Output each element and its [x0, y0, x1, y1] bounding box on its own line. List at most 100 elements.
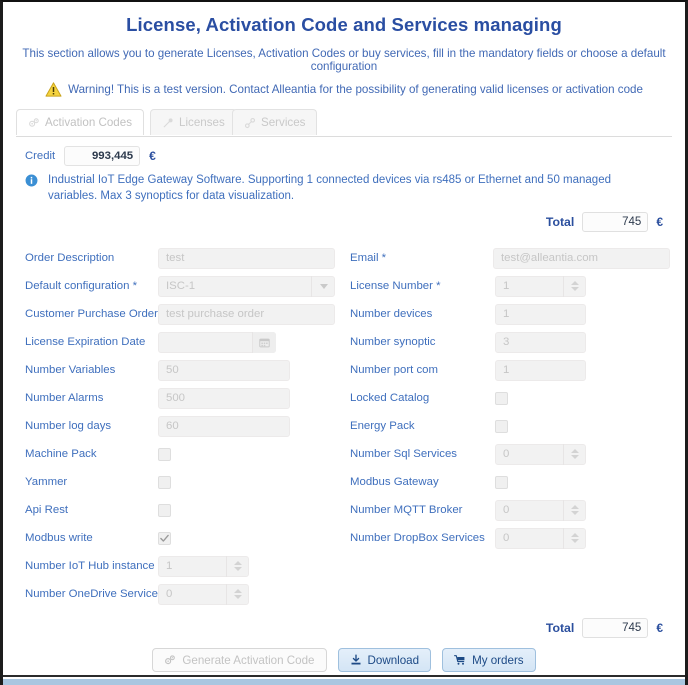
download-button[interactable]: Download — [337, 648, 432, 672]
license-expiration-date-control — [158, 331, 276, 353]
number-sql-services-control: 0 — [495, 443, 586, 465]
number-mqtt-broker-stepper[interactable]: 0 — [495, 499, 586, 521]
number-mqtt-broker-control: 0 — [495, 499, 586, 521]
stepper-arrows-icon[interactable] — [226, 583, 249, 605]
number-variables-label: Number Variables — [25, 364, 116, 376]
number-onedrive-services-stepper[interactable]: 0 — [158, 583, 249, 605]
form-row-order-description: Order Description test — [25, 244, 345, 272]
number-alarms-control: 500 — [158, 387, 290, 409]
order-description-input[interactable]: test — [158, 247, 335, 269]
modbus-write-checkbox[interactable] — [158, 531, 171, 545]
form-row-number-devices: Number devices 1 — [350, 300, 670, 328]
order-description-control: test — [158, 247, 335, 269]
total-top: Total 745 € — [546, 212, 663, 232]
form-row-license-number: License Number * 1 — [350, 272, 670, 300]
stepper-arrows-icon[interactable] — [563, 499, 586, 521]
calendar-icon[interactable] — [252, 331, 276, 353]
number-variables-input[interactable]: 50 — [158, 359, 290, 381]
modbus-write-label: Modbus write — [25, 532, 93, 544]
number-port-com-input[interactable]: 1 — [495, 359, 586, 381]
form-row-email: Email * test@alleantia.com — [350, 244, 670, 272]
gears-icon — [164, 654, 176, 666]
license-expiration-date-datepicker[interactable] — [158, 331, 276, 353]
tab-label: Activation Codes — [45, 116, 132, 129]
email-input[interactable]: test@alleantia.com — [493, 247, 670, 269]
product-info-text: Industrial IoT Edge Gateway Software. Su… — [48, 174, 611, 202]
button-label: My orders — [472, 653, 524, 667]
modbus-gateway-checkbox[interactable] — [495, 475, 508, 489]
number-onedrive-services-label: Number OneDrive Services — [25, 588, 164, 600]
energy-pack-checkbox[interactable] — [495, 419, 508, 433]
license-manager-page: License, Activation Code and Services ma… — [0, 0, 688, 685]
form-column-left: Order Description test Default configurati… — [25, 244, 345, 608]
tab-label: Licenses — [179, 116, 225, 129]
form-row-number-synoptic: Number synoptic 3 — [350, 328, 670, 356]
tab-activation-codes[interactable]: Activation Codes — [16, 109, 144, 135]
default-configuration-select[interactable]: ISC-1 — [158, 275, 335, 297]
yammer-control — [158, 475, 171, 489]
total-value: 745 — [582, 212, 649, 232]
generate-activation-code-button[interactable]: Generate Activation Code — [152, 648, 327, 672]
number-port-com-label: Number port com — [350, 364, 438, 376]
credit-currency: € — [149, 149, 156, 163]
product-info: Industrial IoT Edge Gateway Software. Su… — [25, 172, 647, 204]
number-mqtt-broker-label: Number MQTT Broker — [350, 504, 463, 516]
form-row-yammer: Yammer — [25, 468, 345, 496]
form-row-modbus-gateway: Modbus Gateway — [350, 468, 670, 496]
energy-pack-control — [495, 419, 508, 433]
tab-label: Services — [261, 116, 306, 129]
stepper-arrows-icon[interactable] — [563, 443, 586, 465]
stepper-arrows-icon[interactable] — [226, 555, 249, 577]
total-value: 745 — [582, 618, 649, 638]
number-sql-services-label: Number Sql Services — [350, 448, 457, 460]
number-synoptic-label: Number synoptic — [350, 336, 436, 348]
tab-services[interactable]: Services — [232, 109, 318, 135]
stepper-arrows-icon[interactable] — [563, 275, 586, 297]
modbus-write-control — [158, 531, 171, 545]
locked-catalog-checkbox[interactable] — [495, 391, 508, 405]
gears-icon — [28, 117, 40, 129]
credit-value: 993,445 — [64, 146, 141, 166]
chevron-down-icon[interactable] — [311, 275, 335, 297]
number-sql-services-stepper[interactable]: 0 — [495, 443, 586, 465]
number-synoptic-input[interactable]: 3 — [495, 331, 586, 353]
api-rest-checkbox[interactable] — [158, 503, 171, 517]
number-log-days-control: 60 — [158, 415, 290, 437]
total-label: Total — [545, 621, 575, 635]
number-dropbox-services-stepper[interactable]: 0 — [495, 527, 586, 549]
machine-pack-label: Machine Pack — [25, 448, 97, 460]
form-row-machine-pack: Machine Pack — [25, 440, 345, 468]
yammer-label: Yammer — [25, 476, 68, 488]
warning-triangle-icon — [45, 82, 62, 97]
my-orders-button[interactable]: My orders — [442, 648, 536, 672]
license-number-stepper[interactable]: 1 — [495, 275, 586, 297]
page-subtitle: This section allows you to generate Lice… — [22, 47, 666, 73]
order-description-label: Order Description — [25, 252, 115, 264]
form-row-number-dropbox-services: Number DropBox Services 0 — [350, 524, 670, 552]
number-log-days-input[interactable]: 60 — [158, 415, 290, 437]
api-rest-label: Api Rest — [25, 504, 69, 516]
default-configuration-label: Default configuration * — [25, 280, 138, 292]
number-iot-hub-instance-stepper[interactable]: 1 — [158, 555, 249, 577]
number-alarms-input[interactable]: 500 — [158, 387, 290, 409]
number-devices-control: 1 — [495, 303, 586, 325]
yammer-checkbox[interactable] — [158, 475, 171, 489]
info-circle-icon — [25, 174, 38, 187]
cart-icon — [454, 654, 466, 666]
machine-pack-checkbox[interactable] — [158, 447, 171, 461]
customer-purchase-order-input[interactable]: test purchase order — [158, 303, 335, 325]
number-iot-hub-instance-label: Number IoT Hub instance — [25, 560, 155, 572]
form-row-default-configuration: Default configuration * ISC-1 — [25, 272, 345, 300]
default-configuration-select-value: ISC-1 — [158, 275, 335, 297]
form-row-number-sql-services: Number Sql Services 0 — [350, 440, 670, 468]
number-devices-input[interactable]: 1 — [495, 303, 586, 325]
number-synoptic-control: 3 — [495, 331, 586, 353]
tab-licenses[interactable]: Licenses — [150, 109, 237, 135]
total-label: Total — [545, 215, 575, 229]
number-dropbox-services-label: Number DropBox Services — [350, 532, 485, 544]
form-row-number-port-com: Number port com 1 — [350, 356, 670, 384]
form-row-api-rest: Api Rest — [25, 496, 345, 524]
page-title: License, Activation Code and Services ma… — [126, 14, 562, 35]
stepper-arrows-icon[interactable] — [563, 527, 586, 549]
number-port-com-control: 1 — [495, 359, 586, 381]
